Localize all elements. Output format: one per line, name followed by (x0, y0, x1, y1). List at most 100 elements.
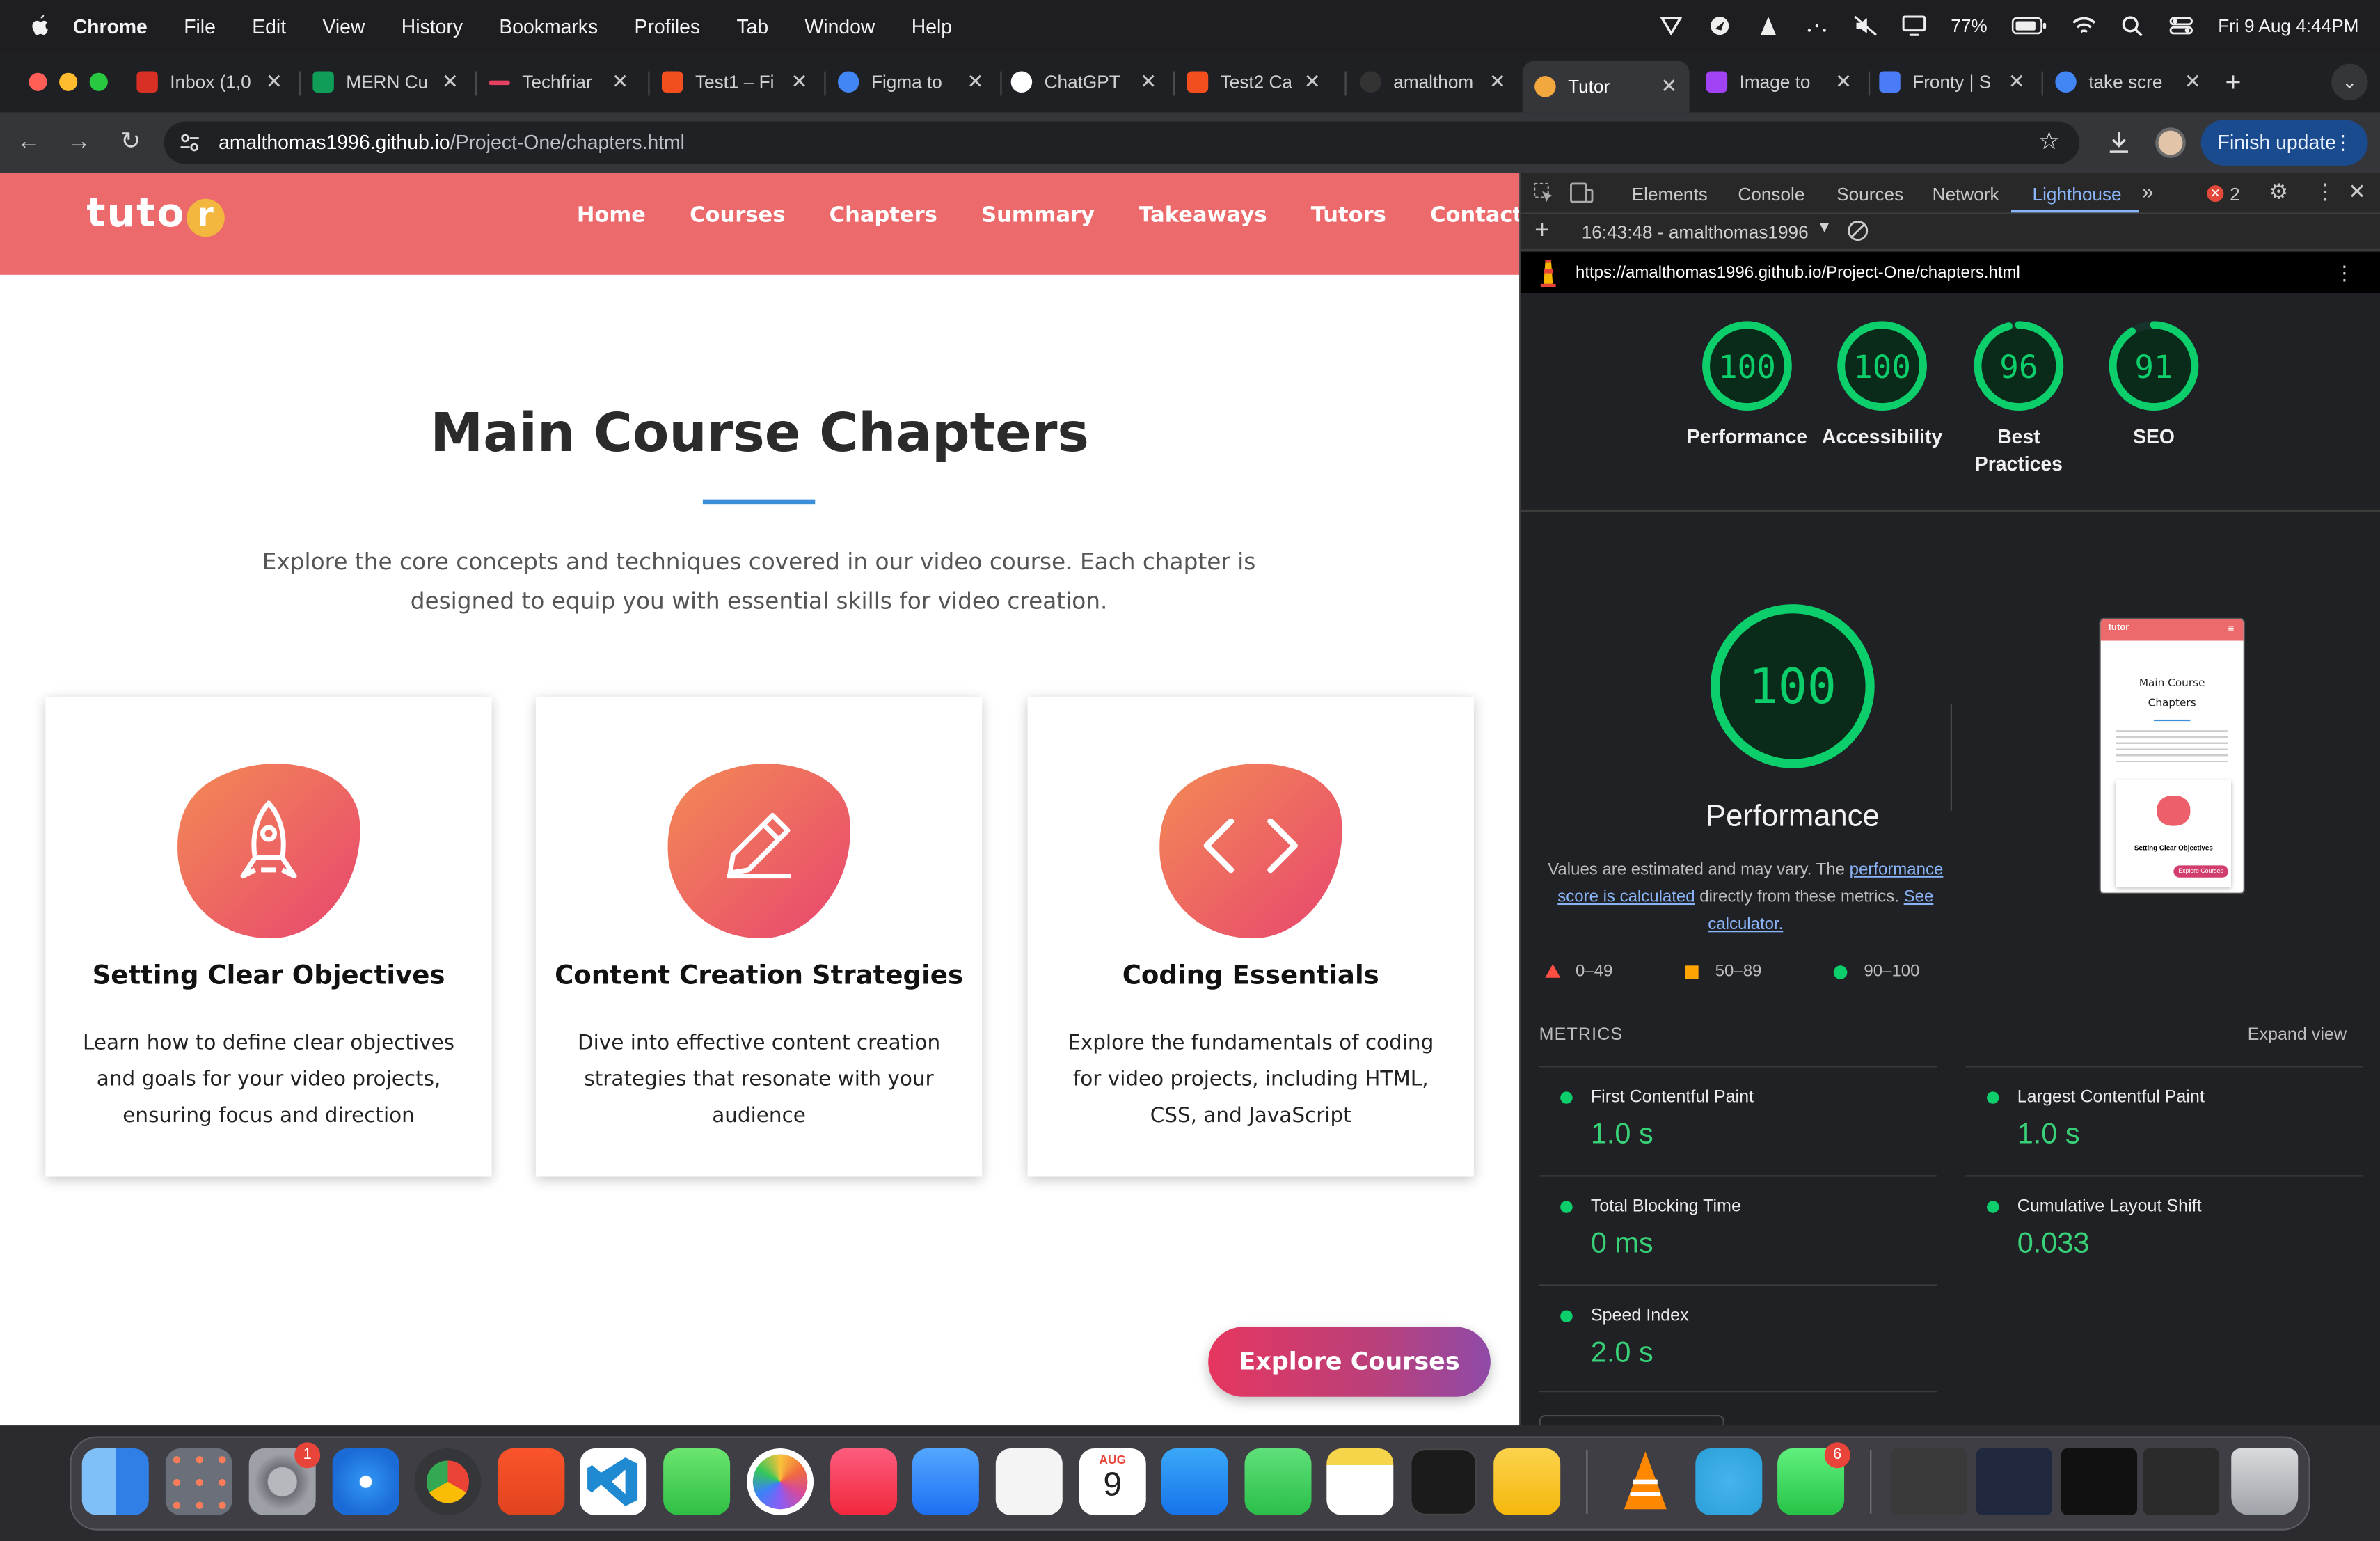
nav-takeaways[interactable]: Takeaways (1139, 203, 1267, 228)
vlc-icon[interactable] (1612, 1448, 1679, 1515)
menu-window[interactable]: Window (805, 15, 875, 38)
site-info-icon[interactable] (177, 131, 202, 155)
display-icon[interactable] (1902, 15, 1926, 37)
close-tab-icon[interactable]: ✕ (1304, 70, 1321, 94)
battery-icon[interactable] (2012, 15, 2048, 37)
tab-mern[interactable]: MERN Cu ✕ (312, 61, 470, 103)
tab-image-to[interactable]: Image to ✕ (1706, 61, 1864, 103)
trash-icon[interactable] (2231, 1448, 2299, 1515)
devtools-menu-icon[interactable]: ⋮ (2315, 179, 2336, 205)
spotlight-search-icon[interactable] (2121, 15, 2145, 37)
minimized-window-thumbnail[interactable] (1976, 1448, 2052, 1515)
gauge-seo[interactable]: 91 SEO (2086, 319, 2222, 451)
gauge-accessibility[interactable]: 100 Accessibility (1814, 319, 1950, 451)
url-text[interactable]: amalthomas1996.github.io/Project-One/cha… (219, 131, 685, 154)
menu-tab[interactable]: Tab (736, 15, 768, 38)
gauge-performance[interactable]: 100 Performance (1679, 319, 1815, 451)
apple-tv-icon[interactable] (1410, 1448, 1477, 1515)
tab-test1[interactable]: Test1 – Fi ✕ (661, 61, 820, 103)
minimized-window-thumbnail[interactable] (2061, 1448, 2138, 1515)
reload-icon[interactable]: ↻ (116, 127, 146, 158)
close-window-button[interactable] (29, 72, 47, 91)
photos-icon[interactable] (747, 1448, 814, 1515)
new-report-plus-icon[interactable]: + (1534, 216, 1550, 246)
close-tab-icon[interactable]: ✕ (1140, 70, 1157, 94)
close-tab-icon[interactable]: ✕ (1489, 70, 1506, 94)
close-tab-icon[interactable]: ✕ (2184, 70, 2201, 94)
mail-icon[interactable] (912, 1448, 979, 1515)
chapter-card[interactable]: Content Creation Strategies Dive into ef… (535, 697, 983, 1177)
back-arrow-icon[interactable]: ← (14, 127, 45, 158)
close-tab-icon[interactable]: ✕ (791, 70, 808, 94)
minimized-window-thumbnail[interactable] (1891, 1448, 1967, 1515)
new-tab-button[interactable]: + (2226, 61, 2256, 103)
kebab-menu-icon[interactable]: ⋮ (2333, 120, 2352, 165)
menu-help[interactable]: Help (912, 15, 952, 38)
clear-reports-icon[interactable] (1847, 220, 1869, 242)
expand-view-button[interactable]: Expand view (2248, 1027, 2347, 1045)
profile-avatar[interactable] (2155, 127, 2186, 158)
telegram-icon[interactable] (1695, 1448, 1763, 1515)
tab-tutor[interactable]: Tutor ✕ (1522, 61, 1690, 113)
report-url[interactable]: https://amalthomas1996.github.io/Project… (1576, 264, 2020, 283)
chrome-icon[interactable] (414, 1448, 482, 1515)
tab-chatgpt[interactable]: ChatGPT ✕ (1010, 61, 1169, 103)
tab-techfriar[interactable]: Techfriar ✕ (489, 61, 640, 103)
dots-icon[interactable] (1805, 15, 1830, 37)
minimized-window-thumbnail[interactable] (2143, 1448, 2219, 1515)
error-count[interactable]: 2 (2230, 184, 2240, 205)
facetime-icon[interactable] (1244, 1448, 1312, 1515)
tab-google[interactable]: take scre ✕ (2055, 61, 2213, 103)
minimize-window-button[interactable] (59, 72, 78, 91)
tab-github[interactable]: amalthom ✕ (1360, 61, 1518, 103)
close-tab-icon[interactable]: ✕ (967, 70, 984, 94)
menu-history[interactable]: History (402, 15, 463, 38)
menu-profiles[interactable]: Profiles (635, 15, 701, 38)
nav-contact[interactable]: Contact (1430, 203, 1519, 228)
nav-courses[interactable]: Courses (690, 203, 785, 228)
error-icon[interactable]: ✕ (2207, 185, 2224, 203)
calendar-icon[interactable]: AUG 9 (1079, 1448, 1146, 1515)
wifi-icon[interactable] (2072, 15, 2097, 37)
devtools-tab-lighthouse[interactable]: Lighthouse (2033, 184, 2122, 205)
maps-icon[interactable] (995, 1448, 1063, 1515)
menu-view[interactable]: View (322, 15, 365, 38)
report-selector[interactable]: 16:43:48 - amalthomas1996 (1582, 221, 1809, 243)
explore-courses-button[interactable]: Explore Courses (1208, 1327, 1491, 1397)
chapter-card[interactable]: Coding Essentials Explore the fundamenta… (1027, 697, 1474, 1177)
devtools-close-icon[interactable]: ✕ (2348, 179, 2366, 205)
inspect-element-icon[interactable] (1533, 182, 1555, 204)
finish-update-button[interactable]: Finish update ⋮ (2200, 120, 2368, 166)
tab-gmail[interactable]: Inbox (1,0 ✕ (136, 61, 294, 103)
report-menu-icon[interactable]: ⋮ (2335, 261, 2354, 285)
finder-icon[interactable] (81, 1448, 149, 1515)
site-logo[interactable]: tuto r (86, 191, 225, 237)
app-store-icon[interactable] (1161, 1448, 1228, 1515)
zoom-window-button[interactable] (89, 72, 108, 91)
menu-edit[interactable]: Edit (252, 15, 286, 38)
close-tab-icon[interactable]: ✕ (1835, 70, 1852, 94)
safari-icon[interactable] (332, 1448, 399, 1515)
close-tab-icon[interactable]: ✕ (2008, 70, 2025, 94)
nav-chapters[interactable]: Chapters (830, 203, 937, 228)
vpn-icon[interactable] (1660, 15, 1684, 37)
devtools-tab-sources[interactable]: Sources (1836, 184, 1903, 205)
messages-icon[interactable] (663, 1448, 731, 1515)
device-toolbar-icon[interactable] (1569, 182, 1594, 204)
tab-figma-to[interactable]: Figma to ✕ (837, 61, 996, 103)
close-tab-icon[interactable]: ✕ (266, 70, 283, 94)
menu-file[interactable]: File (184, 15, 216, 38)
brave-icon[interactable] (498, 1448, 565, 1515)
music-icon[interactable] (830, 1448, 898, 1515)
navigation-icon[interactable] (1708, 15, 1732, 37)
tab-fronty[interactable]: Fronty | S ✕ (1879, 61, 2037, 103)
more-tabs-chevron-icon[interactable]: » (2142, 179, 2154, 203)
menu-clock[interactable]: Fri 9 Aug 4:44PM (2218, 15, 2358, 37)
notes-icon[interactable] (1326, 1448, 1394, 1515)
tips-icon[interactable] (1493, 1448, 1561, 1515)
apple-icon[interactable] (27, 14, 51, 38)
menu-app-name[interactable]: Chrome (73, 15, 148, 38)
close-tab-icon[interactable]: ✕ (442, 70, 459, 94)
download-icon[interactable] (2105, 129, 2132, 156)
tab-search-chevron-icon[interactable]: ⌄ (2331, 63, 2368, 100)
